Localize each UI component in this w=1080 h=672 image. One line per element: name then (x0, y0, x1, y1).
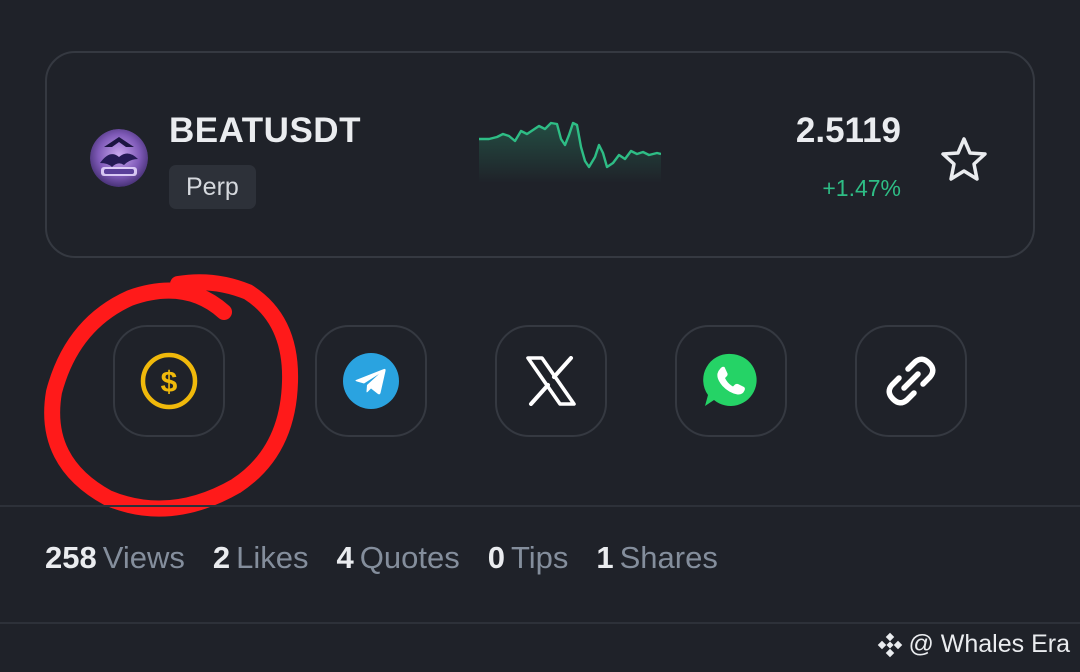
x-icon (526, 356, 576, 406)
divider-bottom (0, 622, 1080, 624)
share-telegram-button[interactable] (315, 325, 427, 437)
ticker-card[interactable]: BEATUSDT Perp 2.5119 +1.47% (45, 51, 1035, 258)
watermark-text: @ Whales Era (908, 630, 1070, 658)
tip-button[interactable]: $ (113, 325, 225, 437)
link-icon (886, 356, 936, 406)
star-outline-icon[interactable] (939, 135, 989, 183)
binance-logo-icon (878, 632, 903, 657)
ticker-price: 2.5119 (795, 111, 901, 150)
post-footer: BEATUSDT Perp 2.5119 +1.47% $ 258 Views … (0, 0, 1080, 672)
ticker-symbol: BEATUSDT (169, 111, 361, 150)
stat-quotes[interactable]: 4 Quotes (337, 540, 460, 576)
share-whatsapp-button[interactable] (675, 325, 787, 437)
stat-shares[interactable]: 1 Shares (596, 540, 717, 576)
telegram-icon (343, 353, 399, 409)
stat-tips[interactable]: 0 Tips (488, 540, 569, 576)
stat-views[interactable]: 258 Views (45, 540, 185, 576)
post-stats: 258 Views 2 Likes 4 Quotes 0 Tips 1 Shares (45, 540, 746, 586)
share-x-button[interactable] (495, 325, 607, 437)
stat-likes[interactable]: 2 Likes (213, 540, 309, 576)
avatar (90, 129, 148, 187)
price-sparkline (479, 121, 661, 183)
whatsapp-icon (703, 353, 757, 406)
watermark: @ Whales Era (876, 630, 1070, 659)
divider-top (0, 505, 1080, 507)
copy-link-button[interactable] (855, 325, 967, 437)
dollar-coin-icon: $ (140, 352, 198, 410)
price-change-percent: +1.47% (822, 175, 901, 201)
contract-type-badge: Perp (169, 165, 256, 209)
svg-text:$: $ (161, 366, 178, 399)
